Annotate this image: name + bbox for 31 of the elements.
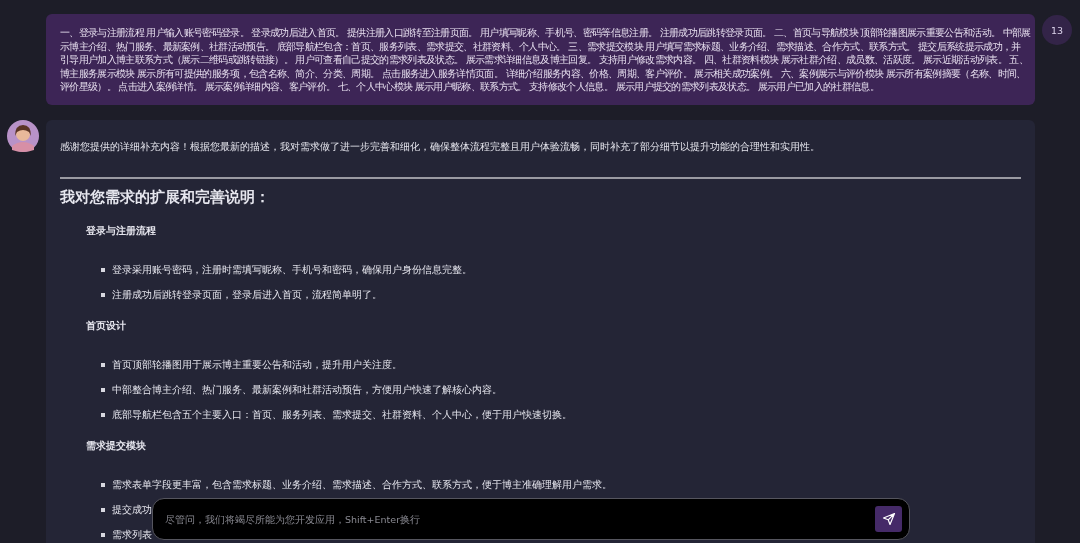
send-button[interactable] (875, 506, 902, 532)
section-heading: 我对您需求的扩展和完善说明： (60, 187, 271, 207)
list-item-text: 底部导航栏包含五个主要入口：首页、服务列表、需求提交、社群资料、个人中心，便于用户快速切换。 (112, 408, 572, 421)
subsection-title: 首页设计 (86, 318, 127, 333)
list-item-text: 首页顶部轮播图用于展示博主重要公告和活动，提升用户关注度。 (112, 358, 402, 371)
list-item-text: 中部整合博主介绍、热门服务、最新案例和社群活动预告，方便用户快速了解核心内容。 (112, 383, 502, 396)
bullet-icon (101, 507, 105, 512)
message-text-line: 博主服务展示模块 展示所有可提供的服务项，包含名称、简介、分类、周期。 点击服务进入服务详情页面。 详细介绍服务内容、价格、周期、客户评价。 展示相关成功案例。 六、案例展示与评价模块 展示所有案例摘要（名称、时间、 (60, 66, 1026, 81)
list-item-text: 提交成功 (112, 503, 152, 516)
message-text-line: 一、登录与注册流程 用户输入账号密码登录。 登录成功后进入首页。 提供注册入口跳转至注册页面。 用户填写昵称、手机号、密码等信息注册。 注册成功后跳转登录页面。 二、首页与导航模块 顶部轮播图展示重要公告和活动。 中部展 (60, 26, 1031, 40)
bullet-icon (101, 412, 105, 417)
list-item-text: 需求列表 (112, 528, 152, 541)
bullet-icon (101, 362, 105, 367)
bullet-icon (101, 387, 105, 392)
subsection-title: 需求提交模块 (86, 438, 147, 453)
message-input[interactable]: 尽管问，我们将竭尽所能为您开发应用，Shift+Enter换行 (152, 498, 910, 540)
intro-text: 感谢您提供的详细补充内容！根据您最新的描述，我对需求做了进一步完善和细化，确保整体流程完整且用户体验流畅，同时补充了部分细节以提升功能的合理性和实用性。 (60, 139, 821, 154)
list-item-text: 需求表单字段更丰富，包含需求标题、业务介绍、需求描述、合作方式、联系方式，便于博主准确理解用户需求。 (112, 478, 612, 491)
message-count-badge: 13 (1042, 15, 1072, 45)
subsection-title: 登录与注册流程 (86, 223, 157, 238)
bullet-icon (101, 267, 105, 272)
message-text-line: 引导用户加入博主联系方式（展示二维码或跳转链接）。 用户可查看自己提交的需求列表及状态。 展示需求详细信息及博主回复。 支持用户修改需求内容。 四、社群资料模块 展示社群介绍、成员数、活跃度。 展示近期活动列表。 五、 (60, 53, 1029, 67)
send-icon (881, 512, 896, 526)
list-item-text: 注册成功后跳转登录页面，登录后进入首页，流程简单明了。 (112, 288, 382, 301)
bullet-icon (101, 482, 105, 487)
message-text-line: 示博主介绍、热门服务、最新案例、社群活动预告。 底部导航栏包含：首页、服务列表、需求提交、社群资料、个人中心。 三、需求提交模块 用户填写需求标题、业务介绍、需求描述、合作方式、联系方式。 提交后系统提示成功，并 (60, 39, 1021, 54)
message-text-line: 评价星级）。 点击进入案例详情。 展示案例详细内容、客户评价。 七、个人中心模块 展示用户昵称、联系方式。 支持修改个人信息。 展示用户提交的需求列表及状态。 展示用户已加入的社群信息。 (60, 80, 879, 94)
list-item-text: 登录采用账号密码，注册时需填写昵称、手机号和密码，确保用户身份信息完整。 (112, 263, 472, 276)
bullet-icon (101, 532, 105, 537)
bullet-icon (101, 292, 105, 297)
avatar (7, 119, 39, 152)
